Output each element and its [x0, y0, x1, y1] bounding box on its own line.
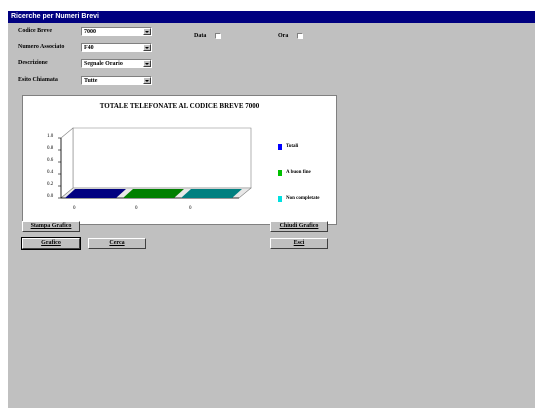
codice-breve-label: Codice Breve — [18, 28, 53, 34]
esito-chiamata-combo[interactable]: Tutte — [81, 76, 152, 85]
descrizione-label: Descrizione — [18, 60, 48, 66]
legend-swatch-a-buon-fine — [278, 170, 282, 176]
x-tick-label: 0 — [189, 206, 192, 211]
chart-back-wall — [72, 127, 252, 189]
legend-label-a-buon-fine: A buon fine — [286, 170, 311, 175]
stampa-grafico-button[interactable]: Stampa Grafico — [22, 221, 80, 232]
x-tick-label: 0 — [135, 206, 138, 211]
bar-non-completate — [181, 189, 242, 198]
chevron-down-icon[interactable] — [143, 77, 151, 84]
legend-swatch-totali — [278, 144, 282, 150]
y-tick-label: 0.0 — [47, 194, 54, 199]
y-tick-label: 1.0 — [47, 134, 54, 139]
descrizione-value: Segnale Orario — [84, 61, 123, 67]
y-tick-label: 0.8 — [47, 146, 54, 151]
chart-svg — [58, 127, 252, 199]
y-tick-label: 0.4 — [47, 170, 54, 175]
chevron-down-icon[interactable] — [143, 60, 151, 67]
chiudi-grafico-button[interactable]: Chiudi Grafico — [270, 221, 328, 232]
numero-associato-combo[interactable]: F40 — [81, 43, 152, 52]
bar-a-buon-fine — [123, 189, 184, 198]
esito-chiamata-value: Tutte — [84, 78, 98, 84]
numero-associato-label: Numero Associato — [18, 44, 65, 50]
esci-button[interactable]: Esci — [270, 238, 328, 249]
grafico-button[interactable]: Grafico — [21, 237, 81, 250]
main-window: Ricerche per Numeri Brevi Codice Breve 7… — [7, 10, 535, 408]
chevron-down-icon[interactable] — [143, 44, 151, 51]
cerca-button[interactable]: Cerca — [88, 238, 146, 249]
x-tick-label: 0 — [73, 206, 76, 211]
chart-side-wall — [60, 127, 74, 199]
legend-label-non-completate: Non completate — [286, 196, 320, 201]
codice-breve-combo[interactable]: 7000 — [81, 27, 152, 36]
chevron-down-icon[interactable] — [143, 28, 151, 35]
esito-chiamata-label: Esito Chiamata — [18, 77, 58, 83]
legend-swatch-non-completate — [278, 196, 282, 202]
descrizione-combo[interactable]: Segnale Orario — [81, 59, 152, 68]
ora-checkbox[interactable] — [297, 33, 303, 39]
chart-panel: TOTALE TELEFONATE AL CODICE BREVE 7000 1 — [22, 95, 337, 225]
numero-associato-value: F40 — [84, 45, 94, 51]
window-title: Ricerche per Numeri Brevi — [8, 11, 535, 23]
data-checkbox[interactable] — [215, 33, 221, 39]
ora-label: Ora — [278, 33, 289, 39]
legend-label-totali: Totali — [286, 144, 299, 149]
data-label: Data — [194, 33, 207, 39]
codice-breve-value: 7000 — [84, 29, 96, 35]
bar-series — [65, 189, 242, 198]
y-tick-label: 0.2 — [47, 182, 54, 187]
bar-totali — [65, 189, 126, 198]
y-tick-label: 0.6 — [47, 158, 54, 163]
